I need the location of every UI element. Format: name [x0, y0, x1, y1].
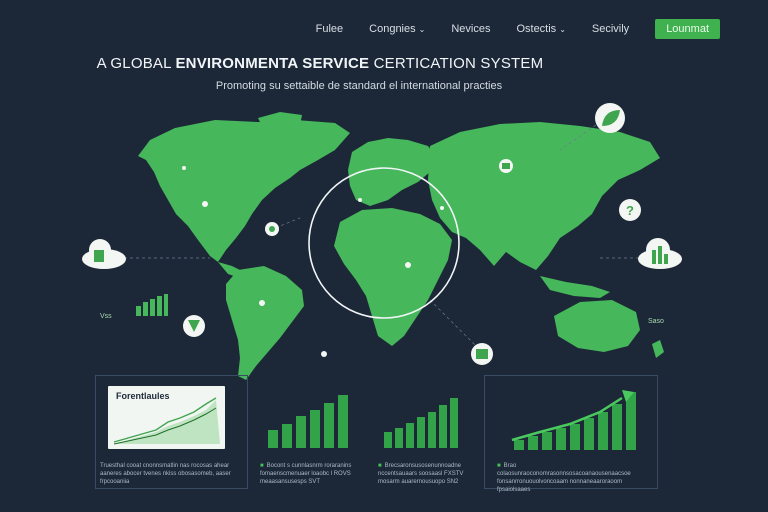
- world-map: ?: [82, 103, 682, 380]
- title-prefix: A GLOBAL: [96, 55, 176, 72]
- north-america: [138, 120, 350, 262]
- indonesia: [540, 276, 610, 298]
- page-subtitle: Promoting su settaible de standard el in…: [215, 80, 503, 92]
- bar-chart-panel-2: [268, 395, 348, 448]
- title-bold: ENVIRONMENTA SERVICE: [175, 55, 370, 72]
- page-title: A GLOBAL ENVIRONMENTA SERVICE CERTICATIO…: [0, 55, 640, 72]
- nav-item-4[interactable]: Ostectis ⌄: [516, 23, 565, 35]
- cloud-chart-icon-left[interactable]: [82, 239, 126, 269]
- panel-caption-2: ■ Bocont s cunnlasnrm roraranins fomaensc…: [260, 463, 352, 485]
- south-america: [226, 266, 304, 380]
- side-label-left: Vss: [100, 313, 112, 320]
- top-nav: Fulee Congnies ⌄ Nevices Ostectis ⌄ Secivi…: [316, 19, 720, 39]
- asia: [428, 122, 660, 270]
- factory-icon[interactable]: [499, 159, 513, 173]
- chevron-down-icon: ⌄: [418, 25, 426, 34]
- recycle-icon[interactable]: [183, 315, 205, 337]
- title-suffix: CERTICATION SYSTEM: [369, 55, 544, 72]
- leaf-icon[interactable]: [595, 103, 625, 133]
- growth-chart-panel-4: [511, 390, 636, 450]
- chevron-down-icon: ⌄: [559, 25, 566, 34]
- nav-item-3[interactable]: Nevices: [451, 23, 490, 35]
- cloud-chart-icon-right[interactable]: [638, 238, 682, 269]
- continents: [138, 112, 664, 380]
- australia: [554, 300, 640, 352]
- panel-caption-1: Truesthal cooat cnonnsmatlin nas rocosas…: [100, 463, 231, 485]
- svg-text:?: ?: [626, 203, 634, 218]
- panel-caption-3: ■ Brecsaronsusosenunnoadne nccentsauaars …: [378, 463, 464, 485]
- nav-item-1[interactable]: Fulee: [316, 23, 344, 35]
- nav-item-5[interactable]: Secivily: [592, 23, 629, 35]
- nav-item-2[interactable]: Congnies ⌄: [369, 23, 425, 35]
- side-label-right: Saso: [648, 318, 664, 325]
- question-icon[interactable]: ?: [619, 199, 641, 221]
- bar-chart-panel-3: [384, 398, 458, 448]
- africa: [334, 208, 452, 346]
- mini-area-chart: [113, 397, 220, 445]
- new-zealand: [652, 340, 664, 358]
- panel-caption-4: ■ Brao colaosunraoconomrasonnsosacoanaous…: [497, 463, 631, 493]
- mini-chart-card[interactable]: Forentlaules: [108, 386, 225, 449]
- mini-bar-chart-icon: [136, 294, 168, 316]
- certificate-icon[interactable]: [471, 343, 493, 365]
- location-pin-icon[interactable]: [265, 222, 279, 236]
- cta-button[interactable]: Lounmat: [655, 19, 720, 39]
